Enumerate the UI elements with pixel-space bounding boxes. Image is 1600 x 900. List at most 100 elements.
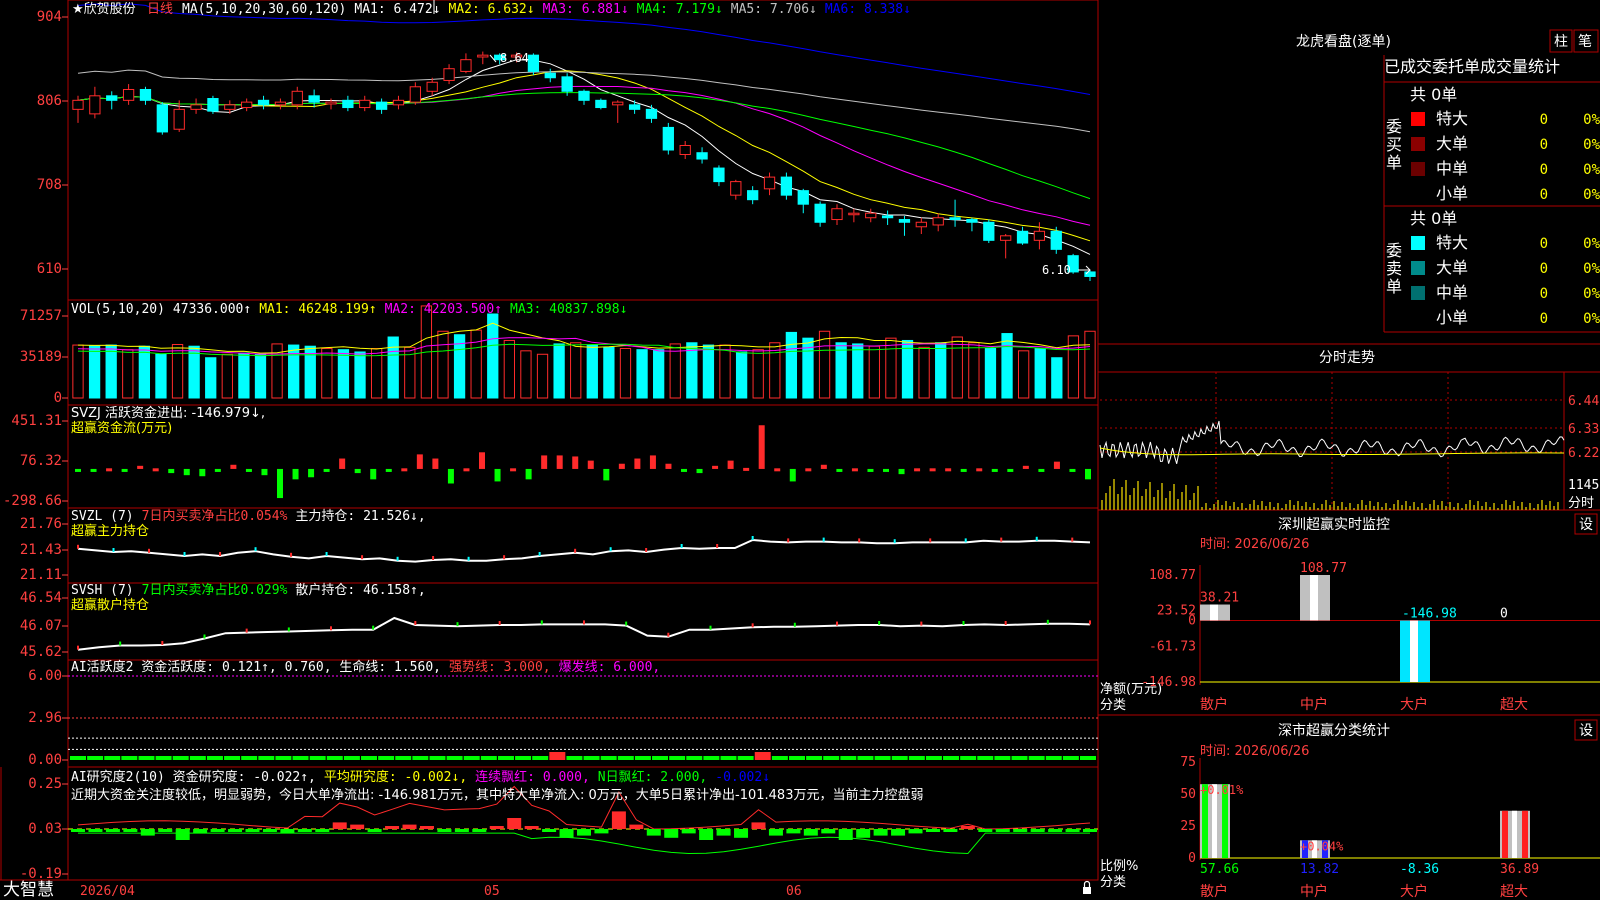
volume-bar[interactable] bbox=[885, 337, 897, 399]
volume-bar[interactable] bbox=[122, 349, 134, 399]
svzj-bar[interactable] bbox=[292, 468, 299, 480]
candle[interactable] bbox=[848, 208, 860, 223]
candle[interactable] bbox=[375, 98, 388, 114]
research-bar[interactable] bbox=[524, 826, 539, 829]
svzj-bar[interactable] bbox=[867, 468, 874, 472]
candle[interactable] bbox=[763, 172, 776, 196]
svzj-bar[interactable] bbox=[805, 468, 812, 472]
candle[interactable] bbox=[122, 84, 135, 105]
volume-bar[interactable] bbox=[321, 348, 333, 399]
research-bar[interactable] bbox=[838, 829, 853, 840]
classify-bar[interactable] bbox=[1500, 810, 1530, 858]
volume-bar[interactable] bbox=[785, 331, 798, 399]
activity-bar[interactable] bbox=[771, 756, 788, 760]
candle[interactable] bbox=[713, 165, 725, 187]
candle[interactable] bbox=[274, 98, 287, 110]
candle[interactable] bbox=[949, 199, 961, 227]
svzj-bar[interactable] bbox=[447, 468, 454, 484]
candle[interactable] bbox=[679, 140, 691, 160]
candle[interactable] bbox=[1084, 270, 1096, 281]
monitor-settings-button[interactable]: 设 bbox=[1574, 513, 1598, 535]
svzj-bar[interactable] bbox=[277, 468, 283, 499]
volume-bar[interactable] bbox=[520, 350, 532, 399]
volume-bar[interactable] bbox=[536, 353, 549, 399]
research-bar[interactable] bbox=[681, 829, 696, 834]
research-bar[interactable] bbox=[821, 829, 836, 834]
research-bar[interactable] bbox=[332, 822, 347, 829]
activity-bar[interactable] bbox=[87, 756, 104, 760]
candle[interactable] bbox=[1000, 234, 1012, 259]
svzj-bar[interactable] bbox=[914, 468, 921, 472]
classify-settings-button[interactable]: 设 bbox=[1574, 719, 1598, 741]
candle[interactable] bbox=[595, 98, 607, 110]
research-bar[interactable] bbox=[699, 829, 714, 840]
candle[interactable] bbox=[915, 217, 927, 234]
research-bar[interactable] bbox=[123, 829, 138, 832]
activity-bar[interactable] bbox=[309, 756, 326, 760]
research-bar[interactable] bbox=[786, 829, 801, 834]
candle[interactable] bbox=[865, 208, 877, 223]
volume-bar[interactable] bbox=[951, 336, 963, 399]
activity-bar[interactable] bbox=[343, 756, 360, 760]
research-bar[interactable] bbox=[454, 829, 469, 832]
research-bar[interactable] bbox=[978, 829, 993, 832]
activity-bar[interactable] bbox=[172, 756, 189, 760]
candle[interactable] bbox=[696, 147, 708, 164]
svzj-bar[interactable] bbox=[681, 468, 687, 472]
volume-bar[interactable] bbox=[503, 339, 515, 399]
research-bar[interactable] bbox=[71, 829, 85, 832]
activity-bar[interactable] bbox=[138, 756, 155, 760]
candle[interactable] bbox=[983, 219, 995, 244]
candle[interactable] bbox=[460, 53, 472, 74]
research-bar[interactable] bbox=[245, 829, 260, 832]
research-bar[interactable] bbox=[856, 829, 871, 838]
research-bar[interactable] bbox=[437, 829, 452, 832]
volume-bar[interactable] bbox=[1034, 348, 1046, 399]
candle[interactable] bbox=[797, 188, 809, 214]
candle[interactable] bbox=[578, 89, 590, 105]
activity-bar[interactable] bbox=[617, 756, 634, 760]
activity-bar[interactable] bbox=[1062, 756, 1079, 760]
research-bar[interactable] bbox=[262, 829, 277, 832]
research-bar[interactable] bbox=[210, 829, 225, 832]
volume-bar[interactable] bbox=[719, 344, 731, 399]
svzj-bar[interactable] bbox=[1053, 461, 1060, 469]
activity-bar[interactable] bbox=[463, 756, 480, 760]
svzj-bar[interactable] bbox=[696, 468, 703, 474]
svzj-bar[interactable] bbox=[883, 468, 889, 472]
research-bar[interactable] bbox=[350, 824, 365, 829]
research-bar[interactable] bbox=[559, 829, 574, 838]
candle[interactable] bbox=[966, 217, 978, 232]
activity-bar[interactable] bbox=[600, 756, 617, 760]
activity-bar[interactable] bbox=[874, 756, 891, 760]
activity-bar[interactable] bbox=[720, 756, 737, 760]
candle[interactable] bbox=[628, 100, 641, 114]
svzj-bar[interactable] bbox=[479, 452, 485, 469]
candle[interactable] bbox=[359, 95, 371, 112]
volume-bar[interactable] bbox=[918, 346, 930, 399]
lhb-bar-button[interactable]: 柱 bbox=[1549, 29, 1573, 53]
activity-bar[interactable] bbox=[652, 756, 669, 760]
research-bar[interactable] bbox=[891, 829, 906, 836]
research-bar[interactable] bbox=[280, 829, 295, 834]
svzj-bar[interactable] bbox=[1085, 468, 1091, 480]
volume-bar[interactable] bbox=[702, 344, 715, 399]
volume-bar[interactable] bbox=[553, 343, 565, 399]
research-bar[interactable] bbox=[629, 824, 644, 829]
volume-bar[interactable] bbox=[968, 342, 980, 399]
candle[interactable] bbox=[730, 179, 742, 200]
activity-bar[interactable] bbox=[1011, 756, 1028, 760]
candle[interactable] bbox=[190, 98, 202, 114]
volume-bar[interactable] bbox=[105, 344, 117, 399]
svzj-bar[interactable] bbox=[214, 468, 221, 472]
svzj-bar[interactable] bbox=[339, 458, 346, 469]
activity-bar[interactable] bbox=[480, 756, 497, 760]
candle[interactable] bbox=[477, 51, 489, 65]
svzj-bar[interactable] bbox=[370, 468, 377, 480]
svzj-bar[interactable] bbox=[587, 460, 594, 469]
activity-bar[interactable] bbox=[224, 756, 241, 760]
volume-bar[interactable] bbox=[752, 349, 764, 399]
volume-bar[interactable] bbox=[171, 343, 184, 399]
price-period[interactable]: 日线 bbox=[147, 2, 173, 17]
svzj-bar[interactable] bbox=[836, 468, 843, 472]
